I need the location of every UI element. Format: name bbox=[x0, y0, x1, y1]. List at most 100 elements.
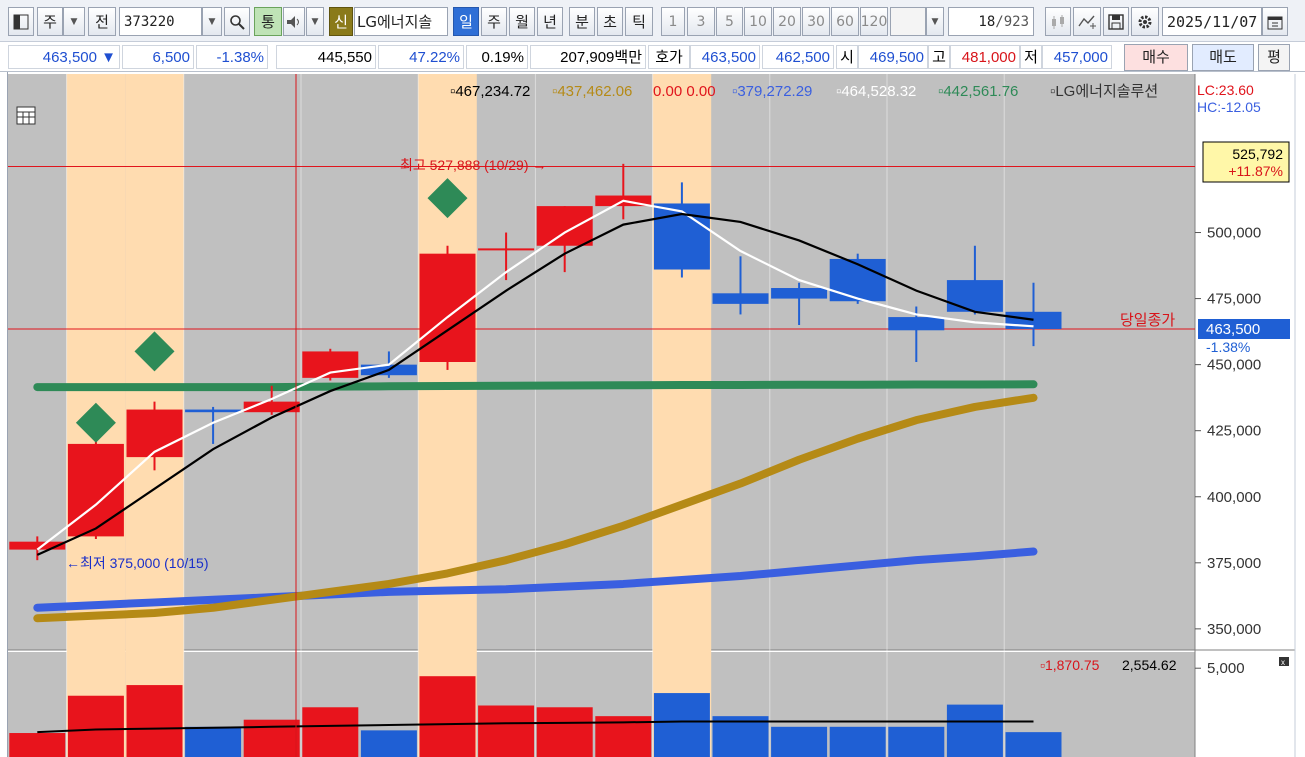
period-tick-tab[interactable]: 틱 bbox=[625, 7, 653, 36]
search-button[interactable] bbox=[224, 7, 250, 36]
volume-rate: 47.22% bbox=[378, 45, 464, 69]
window-layout-icon[interactable] bbox=[8, 7, 34, 36]
interval-custom-input[interactable] bbox=[890, 7, 926, 36]
volume-bar bbox=[126, 685, 183, 757]
volume-bar bbox=[185, 726, 242, 757]
date-input[interactable]: 2025/11/07 bbox=[1162, 7, 1262, 36]
interval-20[interactable]: 20 bbox=[773, 7, 801, 36]
bid-price: 462,500 bbox=[762, 45, 834, 69]
volume-bar bbox=[1005, 732, 1062, 757]
interval-dropdown-icon[interactable]: ▼ bbox=[926, 7, 944, 36]
low-label: 저 bbox=[1020, 45, 1042, 69]
avg-button[interactable]: 평 bbox=[1258, 44, 1290, 71]
volume-bar bbox=[829, 726, 886, 757]
new-badge-button[interactable]: 신 bbox=[329, 7, 353, 36]
axis-label: 400,000 bbox=[1207, 489, 1261, 506]
period-year-tab[interactable]: 년 bbox=[537, 7, 563, 36]
page-indicator[interactable]: 18 /923 bbox=[948, 7, 1034, 36]
axis-label: 450,000 bbox=[1207, 357, 1261, 374]
interval-5[interactable]: 5 bbox=[716, 7, 743, 36]
turnover-rate: 0.19% bbox=[466, 45, 528, 69]
volume-pane-close-icon[interactable]: x bbox=[1279, 657, 1289, 667]
interval-120[interactable]: 120 bbox=[860, 7, 888, 36]
speaker-dropdown-icon[interactable]: ▼ bbox=[306, 7, 324, 36]
interval-1[interactable]: 1 bbox=[661, 7, 685, 36]
highlight-column bbox=[418, 74, 477, 757]
volume-bar bbox=[360, 730, 417, 757]
prev-button[interactable]: 전 bbox=[88, 7, 116, 36]
prev-volume: 445,550 bbox=[276, 45, 376, 69]
legend-ma5: ▫464,528.32 bbox=[836, 83, 916, 100]
trade-amount: 207,909백만 bbox=[530, 45, 646, 69]
candle-style-button[interactable] bbox=[1045, 7, 1071, 36]
quote-bar: 463,500 ▼ 6,500 -1.38% 445,550 47.22% 0.… bbox=[0, 42, 1305, 72]
high-label: 고 bbox=[928, 45, 950, 69]
low-price: 457,000 bbox=[1042, 45, 1112, 69]
period-day-tab[interactable]: 일 bbox=[453, 7, 479, 36]
ma-legend: ▫467,234.72 ▫437,462.06 0.00 0.00 ▫379,2… bbox=[450, 83, 1158, 100]
chart-area[interactable]: 5,000 350,000 375,000 400,000 425,000 450,00… bbox=[0, 72, 1305, 757]
volume-bar bbox=[419, 676, 476, 757]
calendar-button[interactable] bbox=[1262, 7, 1288, 36]
sell-button[interactable]: 매도 bbox=[1192, 44, 1254, 71]
legend-ma1: ▫467,234.72 bbox=[450, 83, 530, 100]
interval-10[interactable]: 10 bbox=[744, 7, 772, 36]
page-count: 18 bbox=[978, 13, 996, 30]
page-total: /923 bbox=[995, 13, 1029, 30]
market-dropdown-icon[interactable]: ▼ bbox=[63, 7, 85, 36]
market-select[interactable]: 주 bbox=[37, 7, 63, 36]
period-second-tab[interactable]: 초 bbox=[597, 7, 623, 36]
integrated-button[interactable]: 통 bbox=[254, 7, 282, 36]
left-margin bbox=[0, 72, 8, 757]
axis-label: 475,000 bbox=[1207, 291, 1261, 308]
volume-bar bbox=[478, 705, 535, 757]
high-annotation: 최고 527,888 (10/29) → bbox=[400, 157, 546, 173]
volume-bar bbox=[888, 726, 945, 757]
candle-body bbox=[771, 288, 828, 299]
period-month-tab[interactable]: 월 bbox=[509, 7, 535, 36]
interval-3[interactable]: 3 bbox=[687, 7, 715, 36]
volume-bar bbox=[302, 707, 359, 757]
grid-toggle-icon[interactable] bbox=[16, 106, 36, 125]
line-plus-icon bbox=[1078, 15, 1096, 29]
speaker-button[interactable] bbox=[283, 7, 305, 36]
code-dropdown-icon[interactable]: ▼ bbox=[202, 7, 222, 36]
period-week-tab[interactable]: 주 bbox=[481, 7, 507, 36]
search-icon bbox=[230, 14, 245, 30]
axis-label: 500,000 bbox=[1207, 225, 1261, 242]
volume-bar bbox=[67, 695, 124, 757]
window-icon bbox=[13, 14, 29, 29]
hoga-label: 호가 bbox=[648, 45, 690, 69]
current-price-tag-percent: -1.38% bbox=[1206, 339, 1250, 355]
candle-body bbox=[478, 248, 535, 251]
trend-tool-button[interactable] bbox=[1073, 7, 1101, 36]
svg-text:x: x bbox=[1281, 658, 1285, 667]
calendar-icon bbox=[1267, 16, 1283, 29]
ask-price: 463,500 bbox=[690, 45, 760, 69]
current-price-tag-value: 463,500 bbox=[1206, 321, 1260, 338]
chart-toolbar: 주 ▼ 전 373220 ▼ 통 ▼ 신 LG에너지솔 일 주 월 년 분 초 … bbox=[0, 0, 1305, 42]
volume-axis-label: 5,000 bbox=[1207, 660, 1245, 677]
stock-code-input[interactable]: 373220 bbox=[119, 7, 202, 36]
legend-ma6: ▫442,561.76 bbox=[938, 83, 1018, 100]
high-box-percent: +11.87% bbox=[1228, 163, 1283, 179]
interval-60[interactable]: 60 bbox=[831, 7, 859, 36]
axis-label: 350,000 bbox=[1207, 621, 1261, 638]
candle-body bbox=[302, 351, 359, 378]
close-line-label: 당일종가 bbox=[1120, 312, 1175, 329]
open-label: 시 bbox=[836, 45, 858, 69]
high-box-value: 525,792 bbox=[1232, 146, 1283, 162]
price-chart[interactable]: 5,000 350,000 375,000 400,000 425,000 450,00… bbox=[0, 72, 1305, 757]
ma-green-line bbox=[33, 380, 1038, 392]
candle-body bbox=[712, 293, 769, 304]
period-minute-tab[interactable]: 분 bbox=[569, 7, 595, 36]
stock-name: LG에너지솔 bbox=[354, 7, 448, 36]
price-change: 6,500 bbox=[122, 45, 194, 69]
save-button[interactable] bbox=[1103, 7, 1129, 36]
volume-bar bbox=[771, 726, 828, 757]
buy-button[interactable]: 매수 bbox=[1124, 44, 1188, 71]
axis-label: 375,000 bbox=[1207, 555, 1261, 572]
candle-body bbox=[185, 409, 242, 413]
interval-30[interactable]: 30 bbox=[802, 7, 830, 36]
settings-button[interactable] bbox=[1131, 7, 1159, 36]
